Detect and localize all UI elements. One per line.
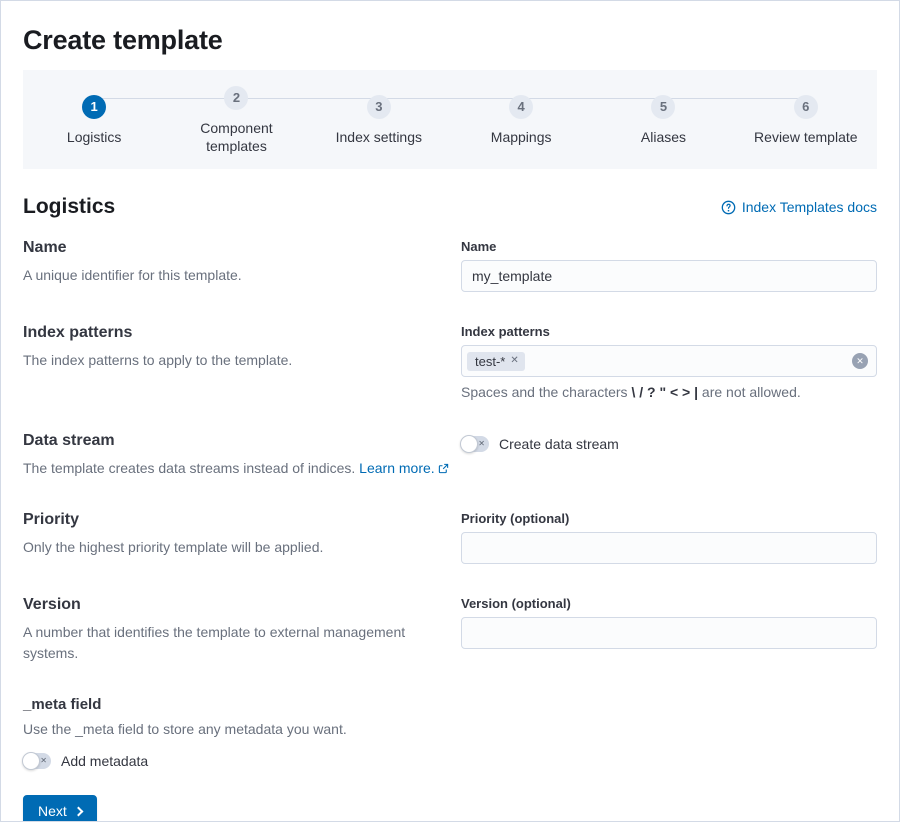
name-input[interactable]	[461, 260, 877, 292]
step-label: Mappings	[466, 128, 576, 146]
index-patterns-field-label: Index patterns	[461, 324, 877, 339]
data-stream-row-title: Data stream	[23, 432, 459, 450]
version-input[interactable]	[461, 617, 877, 649]
stepper: 1 Logistics 2 Component templates 3 Inde…	[23, 70, 877, 169]
create-data-stream-toggle[interactable]	[461, 436, 489, 452]
add-metadata-toggle[interactable]	[23, 753, 51, 769]
step-review-template[interactable]: 6 Review template	[735, 86, 877, 155]
create-data-stream-toggle-label: Create data stream	[499, 436, 619, 452]
index-templates-docs-link[interactable]: Index Templates docs	[721, 199, 877, 215]
name-row-title: Name	[23, 239, 459, 257]
index-patterns-row-title: Index patterns	[23, 324, 459, 342]
create-template-page: Create template 1 Logistics 2 Component …	[0, 0, 900, 822]
docs-help-icon	[721, 200, 736, 215]
step-number-badge: 6	[794, 95, 818, 119]
step-label: Review template	[751, 128, 861, 146]
version-field-label: Version (optional)	[461, 596, 877, 611]
priority-row-title: Priority	[23, 511, 459, 529]
remove-tag-icon[interactable]	[510, 356, 518, 366]
step-number-badge: 4	[509, 95, 533, 119]
name-row-description: A unique identifier for this template.	[23, 265, 459, 286]
docs-link-label: Index Templates docs	[742, 199, 877, 215]
external-link-icon	[438, 463, 449, 474]
index-pattern-tag-label: test-*	[475, 355, 505, 368]
step-label: Logistics	[39, 128, 149, 146]
form-row-priority: Priority Only the highest priority templ…	[23, 511, 877, 564]
version-row-title: Version	[23, 596, 459, 614]
name-field-label: Name	[461, 239, 877, 254]
form-row-version: Version A number that identifies the tem…	[23, 596, 877, 664]
step-label: Index settings	[324, 128, 434, 146]
form-row-index-patterns: Index patterns The index patterns to app…	[23, 324, 877, 400]
index-pattern-tag: test-*	[467, 352, 525, 371]
toggle-thumb	[460, 435, 478, 453]
next-button-label: Next	[38, 803, 67, 819]
step-index-settings[interactable]: 3 Index settings	[308, 86, 450, 155]
priority-input[interactable]	[461, 532, 877, 564]
step-number-badge: 5	[651, 95, 675, 119]
form-row-data-stream: Data stream The template creates data st…	[23, 432, 877, 479]
toggle-thumb	[22, 752, 40, 770]
step-number-badge: 2	[224, 86, 248, 110]
step-component-templates[interactable]: 2 Component templates	[165, 86, 307, 155]
disallowed-characters: \ / ? " < > |	[631, 384, 698, 400]
step-aliases[interactable]: 5 Aliases	[592, 86, 734, 155]
learn-more-link[interactable]: Learn more.	[359, 458, 448, 479]
priority-field-label: Priority (optional)	[461, 511, 877, 526]
index-patterns-combobox[interactable]: test-*	[461, 345, 877, 377]
index-patterns-row-description: The index patterns to apply to the templ…	[23, 350, 459, 371]
clear-combobox-icon[interactable]	[852, 353, 868, 369]
form-row-name: Name A unique identifier for this templa…	[23, 239, 877, 292]
logistics-form: Name A unique identifier for this templa…	[1, 229, 899, 822]
add-metadata-toggle-label: Add metadata	[61, 753, 148, 769]
data-stream-row-description: The template creates data streams instea…	[23, 458, 459, 479]
step-number-badge: 1	[82, 95, 106, 119]
index-patterns-help-text: Spaces and the characters \ / ? " < > | …	[461, 384, 877, 400]
meta-field-section: _meta field Use the _meta field to store…	[23, 696, 877, 769]
meta-field-description: Use the _meta field to store any metadat…	[23, 721, 877, 737]
step-number-badge: 3	[367, 95, 391, 119]
meta-field-title: _meta field	[23, 696, 877, 713]
chevron-right-icon	[73, 806, 83, 816]
step-mappings[interactable]: 4 Mappings	[450, 86, 592, 155]
section-title: Logistics	[23, 195, 115, 219]
page-title: Create template	[1, 1, 899, 70]
version-row-description: A number that identifies the template to…	[23, 622, 459, 664]
step-logistics[interactable]: 1 Logistics	[23, 86, 165, 155]
step-label: Aliases	[608, 128, 718, 146]
priority-row-description: Only the highest priority template will …	[23, 537, 459, 558]
next-button[interactable]: Next	[23, 795, 97, 822]
step-label: Component templates	[181, 119, 291, 155]
